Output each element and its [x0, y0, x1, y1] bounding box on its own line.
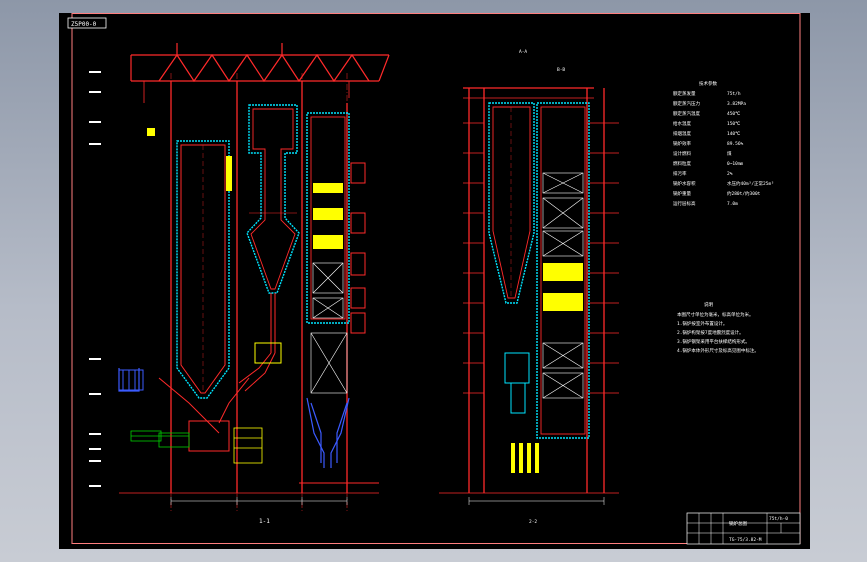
note-4: 4.锅炉本体外形尺寸及标高见图中标注。 [677, 347, 759, 354]
code-stamp-text: Z5P00-0 [71, 21, 97, 28]
spec-value-8: 2% [727, 171, 733, 177]
spec-name-1: 额定蒸汽压力 [673, 100, 700, 107]
spec-value-6: 煤 [727, 150, 732, 157]
superheater-bank-2 [313, 208, 343, 220]
spec-name-5: 锅炉效率 [673, 140, 691, 147]
boiler-general-arrangement-drawing: Z5P00-0 1-1 A-A B-B 2-2 技术参数 额定蒸发量 75t/h… [67, 13, 801, 545]
spec-name-6: 设计燃料 [673, 150, 691, 157]
spec-value-10: 约280t/约300t [727, 190, 761, 197]
spec-name-8: 排污率 [673, 170, 687, 177]
spec-name-10: 锅炉重量 [673, 190, 691, 197]
title-block-stage: 75t/h-0 [769, 516, 788, 522]
spec-name-11: 运行层标高 [673, 200, 696, 207]
steam-drum-yellow [226, 156, 232, 191]
spec-value-0: 75t/h [727, 91, 741, 97]
right-view-label: 2-2 [529, 519, 537, 525]
spec-name-2: 额定蒸汽温度 [673, 110, 700, 117]
spec-value-1: 3.82MPa [727, 101, 746, 107]
spec-name-4: 排烟温度 [673, 130, 691, 137]
air-preheater-left [310, 332, 348, 394]
left-view-label: 1-1 [259, 518, 270, 525]
cyclone-separator [246, 104, 300, 294]
furnace-casing [176, 140, 230, 399]
spec-value-9: 水压约40m³/正常25m³ [727, 180, 774, 187]
convection-side-view [536, 102, 590, 439]
bottom-yellow-grid [511, 443, 539, 473]
right-header-label-2: B-B [557, 67, 565, 73]
elevation-marks-left [89, 71, 101, 487]
title-block-drawing-name: 锅炉总图 [729, 520, 747, 527]
spec-value-11: 7.0m [727, 201, 738, 207]
superheater-bank-1 [313, 183, 343, 193]
drawing-sheet[interactable]: Z5P00-0 1-1 A-A B-B 2-2 技术参数 额定蒸发量 75t/h… [59, 13, 810, 549]
title-block-drawing-number: TG-75/3.82-M [729, 537, 762, 543]
technical-specs-table: 技术参数 额定蒸发量 75t/h 额定蒸汽压力 3.82MPa 额定蒸汽温度 450℃… [673, 80, 774, 207]
spec-value-3: 150℃ [727, 121, 741, 127]
spec-name-9: 锅炉水容积 [673, 180, 696, 187]
title-block: 锅炉总图 75t/h-0 TG-75/3.82-M [686, 512, 801, 545]
roof-truss [130, 43, 390, 83]
loop-seal [254, 342, 282, 364]
convection-pass [306, 112, 350, 324]
left-elevation-view: 1-1 [89, 43, 390, 525]
economizer-bank [313, 235, 343, 249]
note-2: 2.锅炉构架按7度地震烈度设计。 [677, 329, 744, 336]
spec-value-4: 140℃ [727, 131, 741, 137]
spec-name-3: 给水温度 [673, 120, 691, 127]
specs-header: 技术参数 [699, 80, 717, 87]
notes-header: 说明 [704, 301, 713, 308]
bottom-air-box-right [504, 352, 530, 414]
notes-block: 说明 本图尺寸单位为毫米，标高单位为米。 1.锅炉按室外布置设计。 2.锅炉构架… [677, 301, 759, 354]
furnace-side-view [488, 102, 535, 304]
spec-value-2: 450℃ [727, 111, 741, 117]
right-elevation-view: A-A B-B 2-2 [439, 49, 619, 525]
spec-value-7: 0~10mm [727, 161, 744, 167]
spec-name-7: 燃料粒度 [673, 160, 691, 167]
air-ducts [130, 430, 190, 448]
air-distributor [158, 377, 250, 452]
note-0: 本图尺寸单位为毫米，标高单位为米。 [677, 311, 754, 318]
spec-name-0: 额定蒸发量 [673, 90, 696, 97]
cad-viewport[interactable]: Z5P00-0 1-1 A-A B-B 2-2 技术参数 额定蒸发量 75t/h… [0, 0, 867, 562]
note-3: 3.锅炉钢架采用平台扶梯结构形式。 [677, 338, 750, 345]
note-1: 1.锅炉按室外布置设计。 [677, 320, 727, 327]
spec-value-5: 89.56% [727, 141, 744, 147]
right-header-label: A-A [519, 49, 527, 55]
